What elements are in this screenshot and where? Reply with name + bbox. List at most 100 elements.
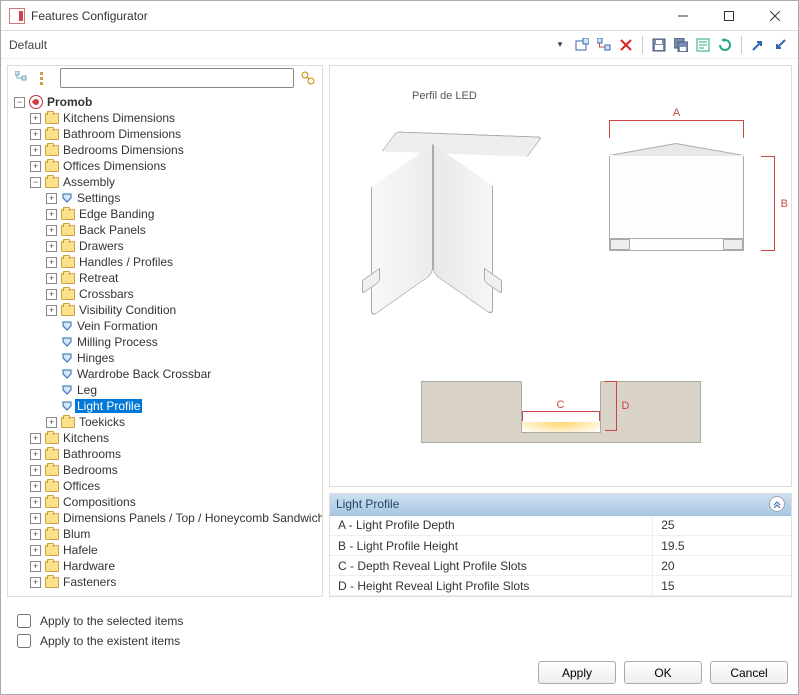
- tree-item[interactable]: Light Profile: [46, 398, 318, 414]
- dropdown-arrow-icon[interactable]: ▾: [550, 35, 570, 55]
- expand-toggle-icon[interactable]: +: [46, 209, 57, 220]
- expand-toggle-icon[interactable]: +: [46, 417, 57, 428]
- tree-item[interactable]: +Offices Dimensions: [30, 158, 318, 174]
- apply-selected-checkbox[interactable]: [17, 614, 31, 628]
- tree-item[interactable]: Hinges: [46, 350, 318, 366]
- tree-item[interactable]: +Edge Banding: [46, 206, 318, 222]
- left-panel: −Promob+Kitchens Dimensions+Bathroom Dim…: [7, 65, 323, 597]
- tree-item[interactable]: +Dimensions Panels / Top / Honeycomb San…: [30, 510, 318, 526]
- expand-toggle-icon[interactable]: +: [46, 273, 57, 284]
- expand-toggle-icon[interactable]: +: [46, 305, 57, 316]
- property-row[interactable]: C - Depth Reveal Light Profile Slots20: [330, 556, 791, 576]
- expand-toggle-icon[interactable]: +: [30, 433, 41, 444]
- tree-item[interactable]: + Handles / Profiles: [46, 254, 318, 270]
- tree-view-icon[interactable]: [12, 68, 32, 88]
- tree-item[interactable]: Milling Process: [46, 334, 318, 350]
- apply-existent-checkbox[interactable]: [17, 634, 31, 648]
- property-value[interactable]: 19.5: [653, 536, 791, 556]
- search-icon[interactable]: [298, 68, 318, 88]
- script-icon[interactable]: [693, 35, 713, 55]
- collapse-icon[interactable]: [769, 496, 785, 512]
- close-button[interactable]: [752, 1, 798, 30]
- search-input[interactable]: [60, 68, 294, 88]
- folder-icon: [61, 289, 75, 300]
- expand-toggle-icon[interactable]: +: [30, 113, 41, 124]
- apply-button[interactable]: Apply: [538, 661, 616, 684]
- tree-item[interactable]: + Bathrooms: [30, 446, 318, 462]
- tree-item[interactable]: +Offices: [30, 478, 318, 494]
- save-all-icon[interactable]: [671, 35, 691, 55]
- tree-item[interactable]: + Retreat: [46, 270, 318, 286]
- tree-item[interactable]: +Kitchens Dimensions: [30, 110, 318, 126]
- property-row[interactable]: D - Height Reveal Light Profile Slots15: [330, 576, 791, 596]
- tree-item[interactable]: +Back Panels: [46, 222, 318, 238]
- edit-tree-icon[interactable]: [594, 35, 614, 55]
- cancel-button[interactable]: Cancel: [710, 661, 788, 684]
- tree-root[interactable]: −Promob: [14, 94, 318, 110]
- folder-icon: [45, 113, 59, 124]
- apply-selected-checkbox-row[interactable]: Apply to the selected items: [13, 611, 786, 631]
- refresh-icon[interactable]: [715, 35, 735, 55]
- property-row[interactable]: A - Light Profile Depth25: [330, 516, 791, 536]
- expand-toggle-icon[interactable]: +: [46, 257, 57, 268]
- tree-item[interactable]: +Toekicks: [46, 414, 318, 430]
- tree-item-label: Bathrooms: [61, 447, 123, 461]
- maximize-button[interactable]: [706, 1, 752, 30]
- folder-icon: [45, 529, 59, 540]
- tree-item[interactable]: +Bathroom Dimensions: [30, 126, 318, 142]
- property-value[interactable]: 20: [653, 556, 791, 576]
- tree-item[interactable]: Wardrobe Back Crossbar: [46, 366, 318, 382]
- property-value[interactable]: 25: [653, 516, 791, 536]
- expand-toggle-icon[interactable]: +: [46, 289, 57, 300]
- tree-item[interactable]: +Bedrooms Dimensions: [30, 142, 318, 158]
- expand-toggle-icon[interactable]: +: [30, 449, 41, 460]
- tree-item[interactable]: +Visibility Condition: [46, 302, 318, 318]
- tree-view[interactable]: −Promob+Kitchens Dimensions+Bathroom Dim…: [8, 94, 318, 590]
- property-row[interactable]: B - Light Profile Height19.5: [330, 536, 791, 556]
- expand-toggle-icon[interactable]: +: [30, 545, 41, 556]
- apply-existent-checkbox-row[interactable]: Apply to the existent items: [13, 631, 786, 651]
- property-value[interactable]: 15: [653, 576, 791, 596]
- expand-toggle-icon[interactable]: +: [46, 241, 57, 252]
- expand-toggle-icon[interactable]: +: [30, 577, 41, 588]
- expand-toggle-icon[interactable]: +: [30, 145, 41, 156]
- tree-item[interactable]: +Drawers: [46, 238, 318, 254]
- new-icon[interactable]: [572, 35, 592, 55]
- expand-toggle-icon[interactable]: +: [30, 129, 41, 140]
- expand-toggle-icon[interactable]: +: [30, 497, 41, 508]
- tree-item[interactable]: −Assembly: [30, 174, 318, 190]
- properties-table: A - Light Profile Depth25B - Light Profi…: [330, 516, 791, 597]
- tree-item[interactable]: +Fasteners: [30, 574, 318, 590]
- tree-item[interactable]: +Kitchens: [30, 430, 318, 446]
- arrow-out-icon[interactable]: [770, 35, 790, 55]
- tree-item[interactable]: +Blum: [30, 526, 318, 542]
- tree-item[interactable]: +Hafele: [30, 542, 318, 558]
- collapse-toggle-icon[interactable]: −: [30, 177, 41, 188]
- tree-item-label: Retreat: [77, 271, 120, 285]
- save-icon[interactable]: [649, 35, 669, 55]
- tree-item[interactable]: +Hardware: [30, 558, 318, 574]
- folder-icon: [61, 305, 75, 316]
- tree-item-label: Bedrooms: [61, 463, 120, 477]
- tree-item[interactable]: Vein Formation: [46, 318, 318, 334]
- expand-toggle-icon[interactable]: +: [46, 225, 57, 236]
- tree-item[interactable]: +Crossbars: [46, 286, 318, 302]
- tree-item[interactable]: +Settings: [46, 190, 318, 206]
- expand-toggle-icon[interactable]: +: [30, 465, 41, 476]
- minimize-button[interactable]: [660, 1, 706, 30]
- ok-button[interactable]: OK: [624, 661, 702, 684]
- delete-icon[interactable]: [616, 35, 636, 55]
- list-view-icon[interactable]: [36, 68, 56, 88]
- expand-toggle-icon[interactable]: +: [30, 481, 41, 492]
- tree-item-label: Handles / Profiles: [77, 255, 175, 269]
- expand-toggle-icon[interactable]: +: [30, 513, 41, 524]
- collapse-toggle-icon[interactable]: −: [14, 97, 25, 108]
- expand-toggle-icon[interactable]: +: [30, 561, 41, 572]
- arrow-in-icon[interactable]: [748, 35, 768, 55]
- expand-toggle-icon[interactable]: +: [46, 193, 57, 204]
- expand-toggle-icon[interactable]: +: [30, 161, 41, 172]
- tree-item[interactable]: Leg: [46, 382, 318, 398]
- expand-toggle-icon[interactable]: +: [30, 529, 41, 540]
- tree-item[interactable]: +Compositions: [30, 494, 318, 510]
- tree-item[interactable]: + Bedrooms: [30, 462, 318, 478]
